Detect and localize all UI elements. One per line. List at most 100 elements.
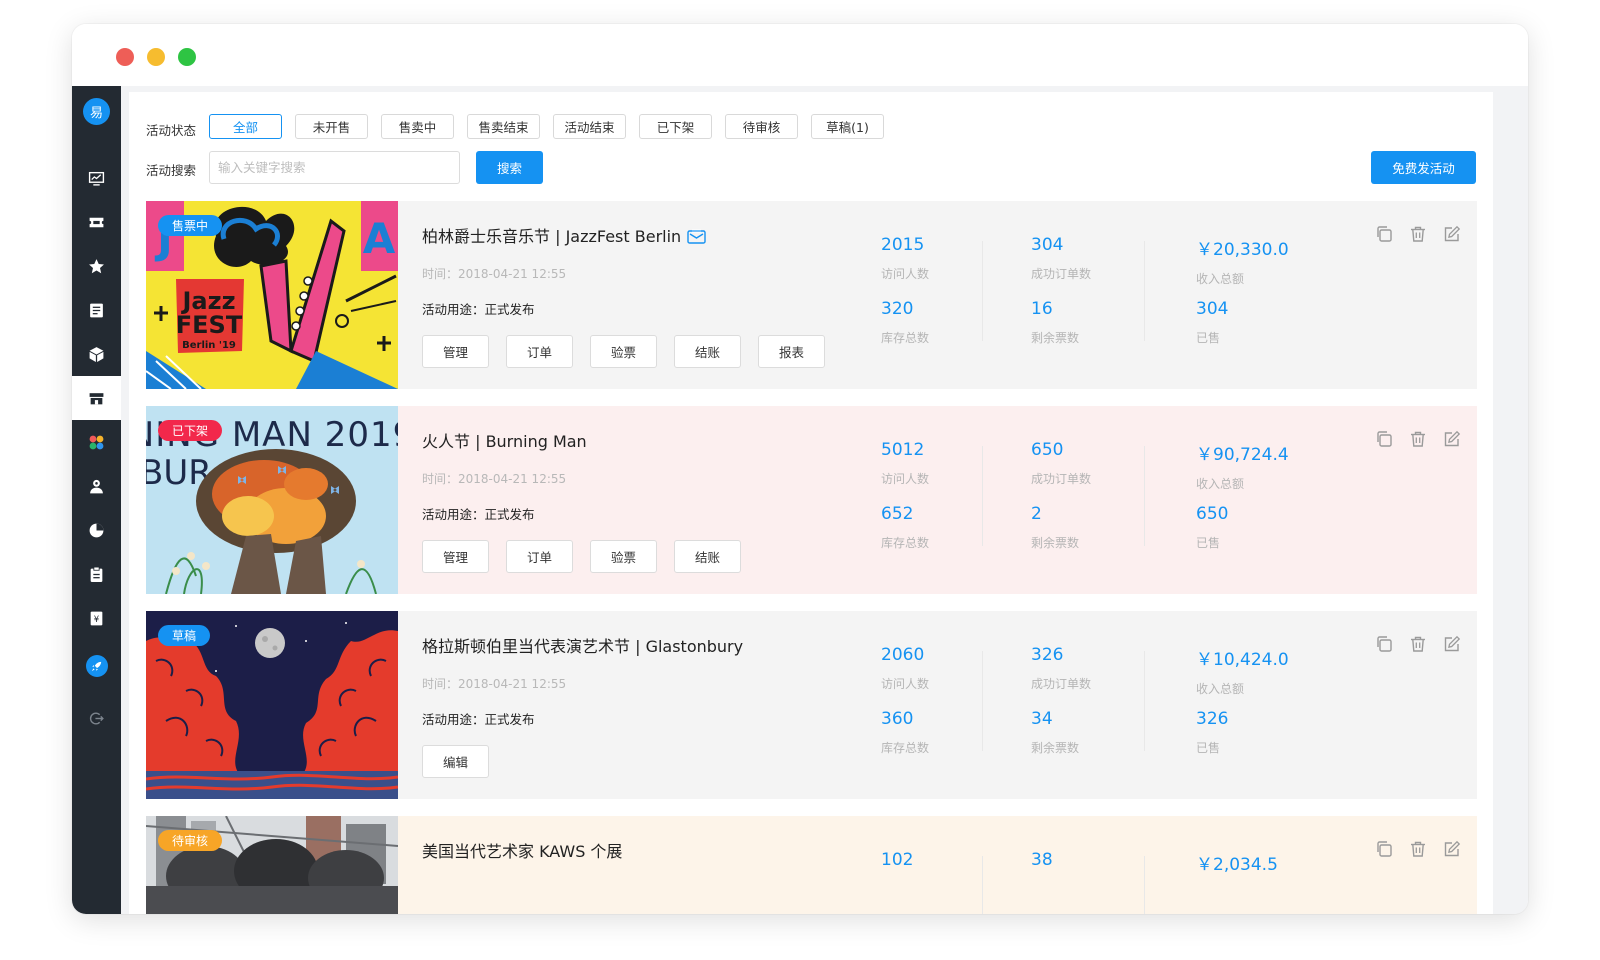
remaining-stat: 34 剩余票数 (1031, 709, 1079, 756)
event-time: 时间：2018-04-21 12:55 (422, 472, 567, 486)
svg-text:Berlin '19: Berlin '19 (182, 340, 236, 351)
copy-icon[interactable] (1375, 225, 1393, 243)
app-window: 易 ¥ 活动状态 全部 未开售 售卖中 售卖结束 活动结束 已下架 待审核 草稿… (72, 24, 1528, 914)
chip-drafts[interactable]: 草稿(1) (811, 114, 884, 139)
visitors-caption: 访问人数 (881, 677, 930, 691)
check-tickets-button[interactable]: 验票 (590, 540, 657, 573)
stat-divider (1144, 856, 1145, 914)
app-logo[interactable]: 易 (83, 98, 110, 125)
visitors-stat: 2060 访问人数 (881, 645, 929, 692)
mail-icon[interactable] (687, 229, 706, 248)
orders-button[interactable]: 订单 (506, 335, 573, 368)
title-bar (72, 24, 1528, 86)
clipboard-icon[interactable] (72, 552, 121, 596)
chip-not-on-sale[interactable]: 未开售 (295, 114, 368, 139)
stock-stat: 320 库存总数 (881, 299, 929, 346)
event-poster[interactable]: 草稿 (146, 611, 398, 799)
revenue-stat: ￥90,724.4 收入总额 (1196, 440, 1289, 492)
pie-chart-icon[interactable] (72, 508, 121, 552)
stock-caption: 库存总数 (881, 331, 930, 345)
star-icon[interactable] (72, 244, 121, 288)
delete-icon[interactable] (1409, 430, 1427, 448)
status-badge: 草稿 (158, 625, 211, 646)
search-button[interactable]: 搜索 (476, 151, 543, 184)
minimize-window-button[interactable] (147, 48, 165, 66)
copy-icon[interactable] (1375, 840, 1393, 858)
event-title-text: 柏林爵士乐音乐节 | JazzFest Berlin (422, 227, 682, 246)
event-poster[interactable]: J A Jazz FEST Berlin '19 售票中 (146, 201, 398, 389)
orders-stat: 304 成功订单数 (1031, 235, 1091, 282)
event-poster[interactable]: NING MAN 2019 BUR (146, 406, 398, 594)
finance-icon[interactable]: ¥ (72, 596, 121, 640)
dashboard-icon[interactable] (72, 156, 121, 200)
users-icon[interactable] (72, 464, 121, 508)
event-card[interactable]: NING MAN 2019 BUR (146, 406, 1477, 594)
event-card[interactable]: 待审核 美国当代艺术家 KAWS 个展 102 38 ￥2,034.5 (146, 816, 1477, 914)
sold-stat: 650 已售 (1196, 504, 1228, 551)
settle-button[interactable]: 结账 (674, 335, 741, 368)
logout-icon[interactable] (72, 696, 121, 740)
events-panel: 活动状态 全部 未开售 售卖中 售卖结束 活动结束 已下架 待审核 草稿(1) … (129, 92, 1493, 914)
chip-pending-review[interactable]: 待审核 (725, 114, 798, 139)
visitors-stat: 2015 访问人数 (881, 235, 929, 282)
delete-icon[interactable] (1409, 840, 1427, 858)
event-purpose: 活动用途：正式发布 (422, 712, 535, 727)
manage-button[interactable]: 管理 (422, 540, 489, 573)
report-button[interactable]: 报表 (758, 335, 825, 368)
store-icon[interactable] (72, 376, 121, 420)
orders-caption: 成功订单数 (1031, 267, 1092, 281)
chip-sale-ended[interactable]: 售卖结束 (467, 114, 540, 139)
edit-icon[interactable] (1443, 430, 1461, 448)
rocket-icon[interactable] (72, 644, 121, 688)
delete-icon[interactable] (1409, 635, 1427, 653)
stock-stat: 652 库存总数 (881, 504, 929, 551)
edit-icon[interactable] (1443, 635, 1461, 653)
orders-button[interactable]: 订单 (506, 540, 573, 573)
list-icon[interactable] (72, 288, 121, 332)
event-title[interactable]: 火人节 | Burning Man (422, 428, 587, 452)
sold-stat: 326 已售 (1196, 709, 1228, 756)
event-card[interactable]: J A Jazz FEST Berlin '19 售票中 柏林爵士乐音乐节 | … (146, 201, 1477, 389)
status-filter-label: 活动状态 (146, 123, 197, 138)
search-label: 活动搜索 (146, 163, 197, 178)
ticket-icon[interactable] (72, 200, 121, 244)
delete-icon[interactable] (1409, 225, 1427, 243)
edit-icon[interactable] (1443, 840, 1461, 858)
event-poster[interactable]: 待审核 (146, 816, 398, 914)
maximize-window-button[interactable] (178, 48, 196, 66)
sold-caption: 已售 (1196, 741, 1221, 755)
edit-icon[interactable] (1443, 225, 1461, 243)
orders-value: 304 (1031, 235, 1064, 255)
visitors-caption: 访问人数 (881, 267, 930, 281)
chip-event-ended[interactable]: 活动结束 (553, 114, 626, 139)
event-card[interactable]: 草稿 格拉斯顿伯里当代表演艺术节 | Glastonbury 时间：2018-0… (146, 611, 1477, 799)
search-input[interactable] (209, 151, 460, 184)
publish-event-button[interactable]: 免费发活动 (1371, 151, 1476, 184)
copy-icon[interactable] (1375, 430, 1393, 448)
sold-value: 304 (1196, 299, 1229, 319)
sidebar: 易 ¥ (72, 86, 121, 914)
card-operations (1375, 430, 1461, 448)
chip-on-sale[interactable]: 售卖中 (381, 114, 454, 139)
chip-unlisted[interactable]: 已下架 (639, 114, 712, 139)
edit-button[interactable]: 编辑 (422, 745, 489, 778)
chip-all[interactable]: 全部 (209, 114, 282, 139)
event-title[interactable]: 柏林爵士乐音乐节 | JazzFest Berlin (422, 223, 706, 248)
cube-icon[interactable] (72, 332, 121, 376)
visitors-value: 2015 (881, 235, 925, 255)
manage-button[interactable]: 管理 (422, 335, 489, 368)
event-time: 时间：2018-04-21 12:55 (422, 267, 567, 281)
close-window-button[interactable] (116, 48, 134, 66)
event-title[interactable]: 格拉斯顿伯里当代表演艺术节 | Glastonbury (422, 633, 743, 657)
settle-button[interactable]: 结账 (674, 540, 741, 573)
check-tickets-button[interactable]: 验票 (590, 335, 657, 368)
copy-icon[interactable] (1375, 635, 1393, 653)
visitors-caption: 访问人数 (881, 472, 930, 486)
revenue-caption: 收入总额 (1196, 477, 1245, 491)
apps-icon[interactable] (72, 420, 121, 464)
event-actions: 管理 订单 验票 结账 报表 (422, 335, 825, 368)
revenue-value: ￥20,330.0 (1196, 240, 1289, 260)
card-operations (1375, 225, 1461, 243)
stock-value: 320 (881, 299, 914, 319)
event-title[interactable]: 美国当代艺术家 KAWS 个展 (422, 838, 622, 862)
